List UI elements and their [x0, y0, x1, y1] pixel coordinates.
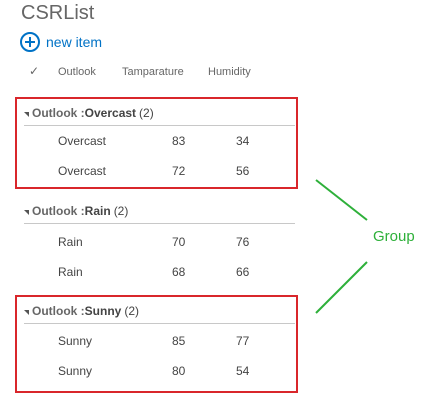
- annotation-line-upper: [315, 179, 368, 221]
- annotation-arrows: [315, 179, 368, 314]
- annotation-line-lower: [315, 261, 368, 314]
- group-annotation-label: Group: [373, 228, 415, 245]
